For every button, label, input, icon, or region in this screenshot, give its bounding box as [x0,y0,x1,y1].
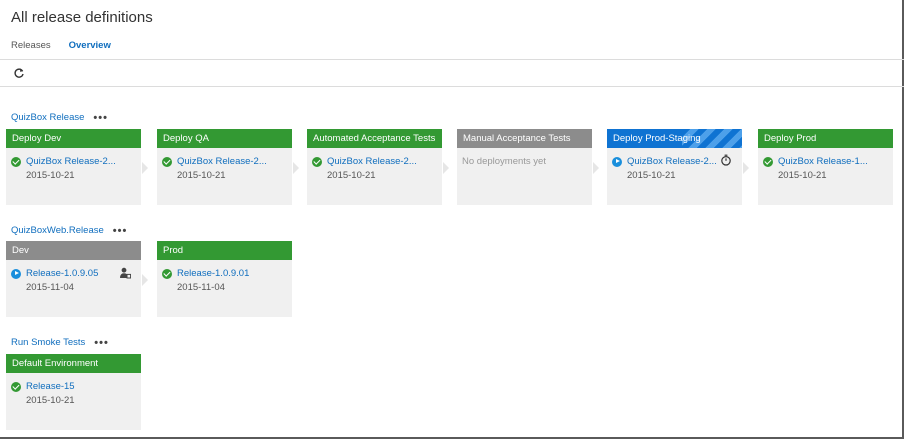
timer-icon[interactable] [720,154,732,166]
tab-releases[interactable]: Releases [11,40,51,51]
success-icon [11,156,21,167]
pipeline-arrow-icon [593,162,599,174]
success-icon [11,381,21,392]
release-link[interactable]: QuizBox Release-2... [627,156,717,167]
environment-card[interactable]: Deploy QA QuizBox Release-2... 2015-10-2… [157,129,292,205]
success-icon [312,156,322,167]
environment-name: Automated Acceptance Tests [313,133,436,144]
deploy-date: 2015-10-21 [177,170,226,181]
environment-card[interactable]: Default Environment Release-15 2015-10-2… [6,354,141,430]
deploy-date: 2015-10-21 [778,170,827,181]
environment-name: Deploy Dev [12,133,62,144]
deploy-date: 2015-10-21 [327,170,376,181]
pipeline-arrow-icon [443,162,449,174]
environment-header[interactable]: Deploy Prod-Staging [607,129,742,148]
more-options-icon[interactable]: ••• [113,225,128,236]
environment-body: No deployments yet [457,148,592,168]
environment-card[interactable]: Deploy Prod QuizBox Release-1... 2015-10… [758,129,893,205]
environment-name: Default Environment [12,358,99,369]
more-options-icon[interactable]: ••• [94,337,109,348]
environment-name: Deploy Prod-Staging [613,133,701,144]
success-icon [763,156,773,167]
in-progress-icon [612,156,622,167]
pipeline-arrow-icon [142,274,148,286]
environment-card[interactable]: Deploy Dev QuizBox Release-2... 2015-10-… [6,129,141,205]
tab-overview[interactable]: Overview [69,40,111,51]
success-icon [162,156,172,167]
window-frame: All release definitions Releases Overvie… [0,0,904,439]
release-link[interactable]: Release-1.0.9.01 [177,268,249,279]
environment-body: QuizBox Release-2... 2015-10-21 [607,148,742,181]
page-title: All release definitions [11,9,153,26]
environment-header[interactable]: Automated Acceptance Tests [307,129,442,148]
deploy-date: 2015-10-21 [26,395,75,406]
environment-body: Release-1.0.9.01 2015-11-04 [157,260,292,293]
environment-header[interactable]: Manual Acceptance Tests [457,129,592,148]
environment-header[interactable]: Dev [6,241,141,260]
environment-body: QuizBox Release-2... 2015-10-21 [157,148,292,181]
success-icon [162,268,172,279]
deploy-date: 2015-11-04 [26,282,74,293]
environment-header[interactable]: Prod [157,241,292,260]
environment-name: Deploy QA [163,133,209,144]
deploy-date: 2015-11-04 [177,282,225,293]
definition-header: QuizBox Release ••• [11,112,108,123]
in-progress-icon [11,268,21,279]
environment-header[interactable]: Default Environment [6,354,141,373]
pipeline-arrow-icon [293,162,299,174]
more-options-icon[interactable]: ••• [93,112,108,123]
deploy-date: 2015-10-21 [627,170,676,181]
environment-header[interactable]: Deploy Dev [6,129,141,148]
toolbar [0,59,904,87]
environment-card[interactable]: Automated Acceptance Tests QuizBox Relea… [307,129,442,205]
environment-header[interactable]: Deploy QA [157,129,292,148]
release-link[interactable]: QuizBox Release-2... [26,156,116,167]
release-link[interactable]: QuizBox Release-1... [778,156,868,167]
definition-name[interactable]: QuizBoxWeb.Release [11,225,104,236]
pipeline-arrow-icon [743,162,749,174]
environment-card[interactable]: Deploy Prod-Staging QuizBox Release-2...… [607,129,742,205]
definition-header: QuizBoxWeb.Release ••• [11,225,127,236]
definition-header: Run Smoke Tests ••• [11,337,109,348]
environment-card[interactable]: Prod Release-1.0.9.01 2015-11-04 [157,241,292,317]
environment-name: Deploy Prod [764,133,817,144]
tab-bar: Releases Overview [11,40,111,51]
environment-card[interactable]: Dev Release-1.0.9.05 2015-11-04 [6,241,141,317]
pipeline-arrow-icon [142,162,148,174]
environment-name: Manual Acceptance Tests [463,133,571,144]
environment-body: Release-1.0.9.05 2015-11-04 [6,260,141,293]
environment-body: QuizBox Release-2... 2015-10-21 [307,148,442,181]
refresh-icon[interactable] [13,67,25,79]
release-link[interactable]: Release-1.0.9.05 [26,268,98,279]
release-link[interactable]: QuizBox Release-2... [177,156,267,167]
deploy-date: 2015-10-21 [26,170,75,181]
environment-name: Dev [12,245,29,256]
environment-card[interactable]: Manual Acceptance Tests No deployments y… [457,129,592,205]
environment-body: QuizBox Release-2... 2015-10-21 [6,148,141,181]
environment-body: QuizBox Release-1... 2015-10-21 [758,148,893,181]
release-link[interactable]: Release-15 [26,381,75,392]
release-link[interactable]: QuizBox Release-2... [327,156,417,167]
environment-body: Release-15 2015-10-21 [6,373,141,406]
environment-name: Prod [163,245,184,256]
no-deployments-text: No deployments yet [462,156,546,167]
approver-icon[interactable] [119,267,131,279]
definition-name[interactable]: Run Smoke Tests [11,337,85,348]
environment-header[interactable]: Deploy Prod [758,129,893,148]
definition-name[interactable]: QuizBox Release [11,112,84,123]
